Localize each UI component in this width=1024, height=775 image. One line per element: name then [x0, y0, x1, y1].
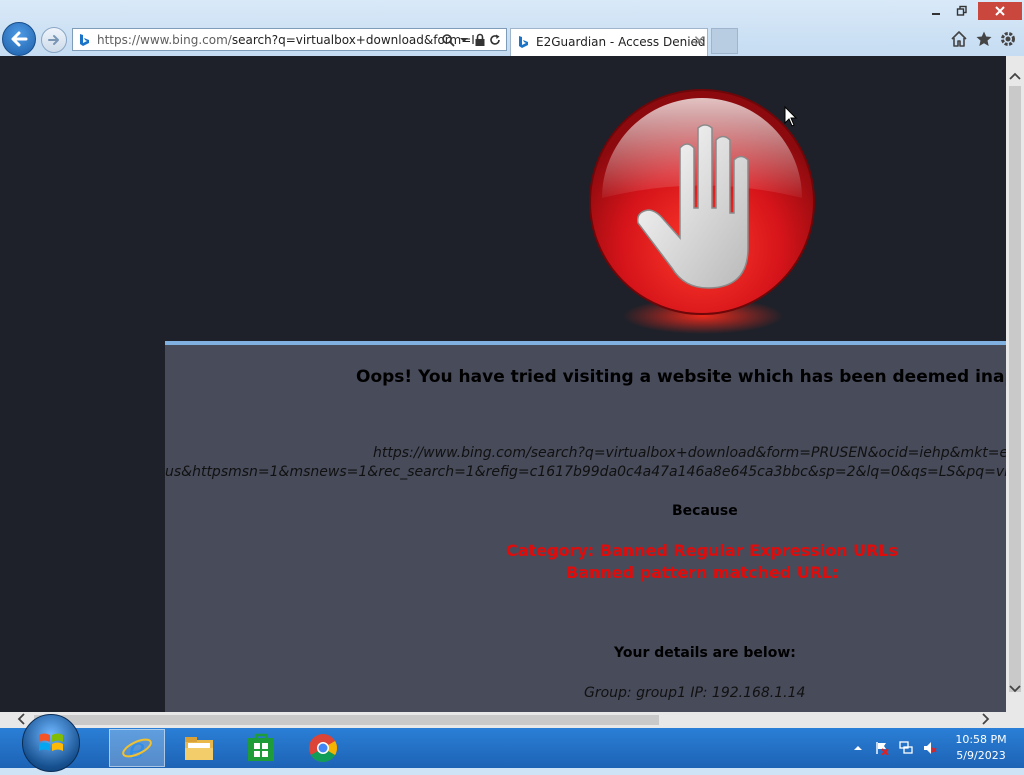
details-heading: Your details are below: — [614, 645, 796, 661]
forward-button[interactable] — [41, 27, 67, 53]
restore-icon — [956, 5, 967, 16]
new-tab-button[interactable] — [711, 28, 738, 54]
action-center-flag-icon[interactable] — [875, 741, 889, 755]
restore-button[interactable] — [949, 2, 975, 20]
user-details: Group: group1 IP: 192.168.1.14 — [584, 685, 806, 701]
clock-time: 10:58 PM — [955, 733, 1007, 746]
address-url-host: https://www.bing.com/ — [97, 33, 232, 47]
taskbar-chrome[interactable] — [295, 729, 351, 767]
address-url-path: search?q=virtualbox+download&form=I — [231, 33, 475, 47]
start-button[interactable] — [22, 714, 80, 772]
forward-arrow-icon — [48, 35, 59, 45]
refresh-icon[interactable] — [488, 33, 502, 47]
dropdown-arrow-icon[interactable] — [457, 33, 471, 47]
lock-icon[interactable] — [473, 33, 487, 47]
block-category: Category: Banned Regular Expression URLs — [506, 541, 899, 560]
chrome-icon — [309, 734, 337, 762]
store-icon — [248, 733, 274, 761]
vertical-scrollbar[interactable] — [1006, 56, 1024, 712]
show-hidden-icons-icon[interactable] — [851, 741, 865, 755]
address-bar[interactable]: https://www.bing.com/search?q=virtualbox… — [72, 28, 507, 51]
blocked-url-line-1: https://www.bing.com/search?q=virtualbox… — [373, 445, 1006, 461]
page-content: Oops! You have tried visiting a website … — [0, 56, 1006, 712]
back-arrow-icon — [11, 31, 28, 47]
bing-favicon-icon — [519, 36, 528, 48]
svg-text:e: e — [129, 732, 146, 764]
browser-chrome: https://www.bing.com/search?q=virtualbox… — [0, 0, 1024, 56]
scroll-up-icon[interactable] — [1009, 70, 1021, 82]
home-icon[interactable] — [950, 30, 968, 48]
gear-icon[interactable] — [999, 30, 1017, 48]
back-button[interactable] — [2, 22, 36, 56]
close-icon — [995, 6, 1005, 16]
windows-logo-icon — [39, 733, 63, 751]
access-denied-panel: Oops! You have tried visiting a website … — [165, 341, 1006, 712]
taskbar-internet-explorer[interactable]: e — [109, 729, 165, 767]
scrollbar-corner — [1006, 712, 1024, 728]
clock-date: 5/9/2023 — [956, 749, 1006, 762]
blocked-url-line-2: us&httpsmsn=1&msnews=1&rec_search=1&refi… — [165, 464, 1006, 480]
tab-title: E2Guardian - Access Denied — [536, 35, 706, 49]
vertical-scroll-thumb[interactable] — [1009, 86, 1021, 692]
folder-icon — [185, 737, 213, 760]
scroll-down-icon[interactable] — [1009, 683, 1021, 695]
network-icon[interactable] — [899, 741, 913, 755]
close-window-button[interactable] — [978, 2, 1022, 20]
block-reason: Banned pattern matched URL: — [566, 563, 839, 582]
search-icon[interactable] — [441, 33, 455, 47]
volume-muted-icon[interactable] — [923, 741, 937, 755]
page-title: Oops! You have tried visiting a website … — [356, 367, 1006, 387]
tab-close-icon[interactable]: ✕ — [693, 32, 706, 50]
taskbar-store[interactable] — [233, 729, 289, 767]
because-label: Because — [672, 503, 738, 519]
tab-access-denied[interactable]: E2Guardian - Access Denied ✕ — [510, 28, 708, 56]
system-clock[interactable]: 10:58 PM 5/9/2023 — [950, 732, 1012, 764]
bing-favicon-icon — [80, 34, 89, 46]
minimize-button[interactable] — [923, 2, 949, 20]
taskbar: e 10:58 PM 5/9/2023 — [0, 714, 1024, 772]
taskbar-file-explorer[interactable] — [171, 729, 227, 767]
star-icon[interactable] — [975, 30, 993, 48]
mouse-cursor-icon — [784, 106, 798, 127]
horizontal-scroll-thumb[interactable] — [34, 715, 659, 725]
scroll-right-icon[interactable] — [981, 713, 991, 728]
horizontal-scrollbar[interactable] — [0, 712, 1006, 728]
minimize-icon — [932, 13, 940, 15]
internet-explorer-icon: e — [122, 732, 152, 764]
